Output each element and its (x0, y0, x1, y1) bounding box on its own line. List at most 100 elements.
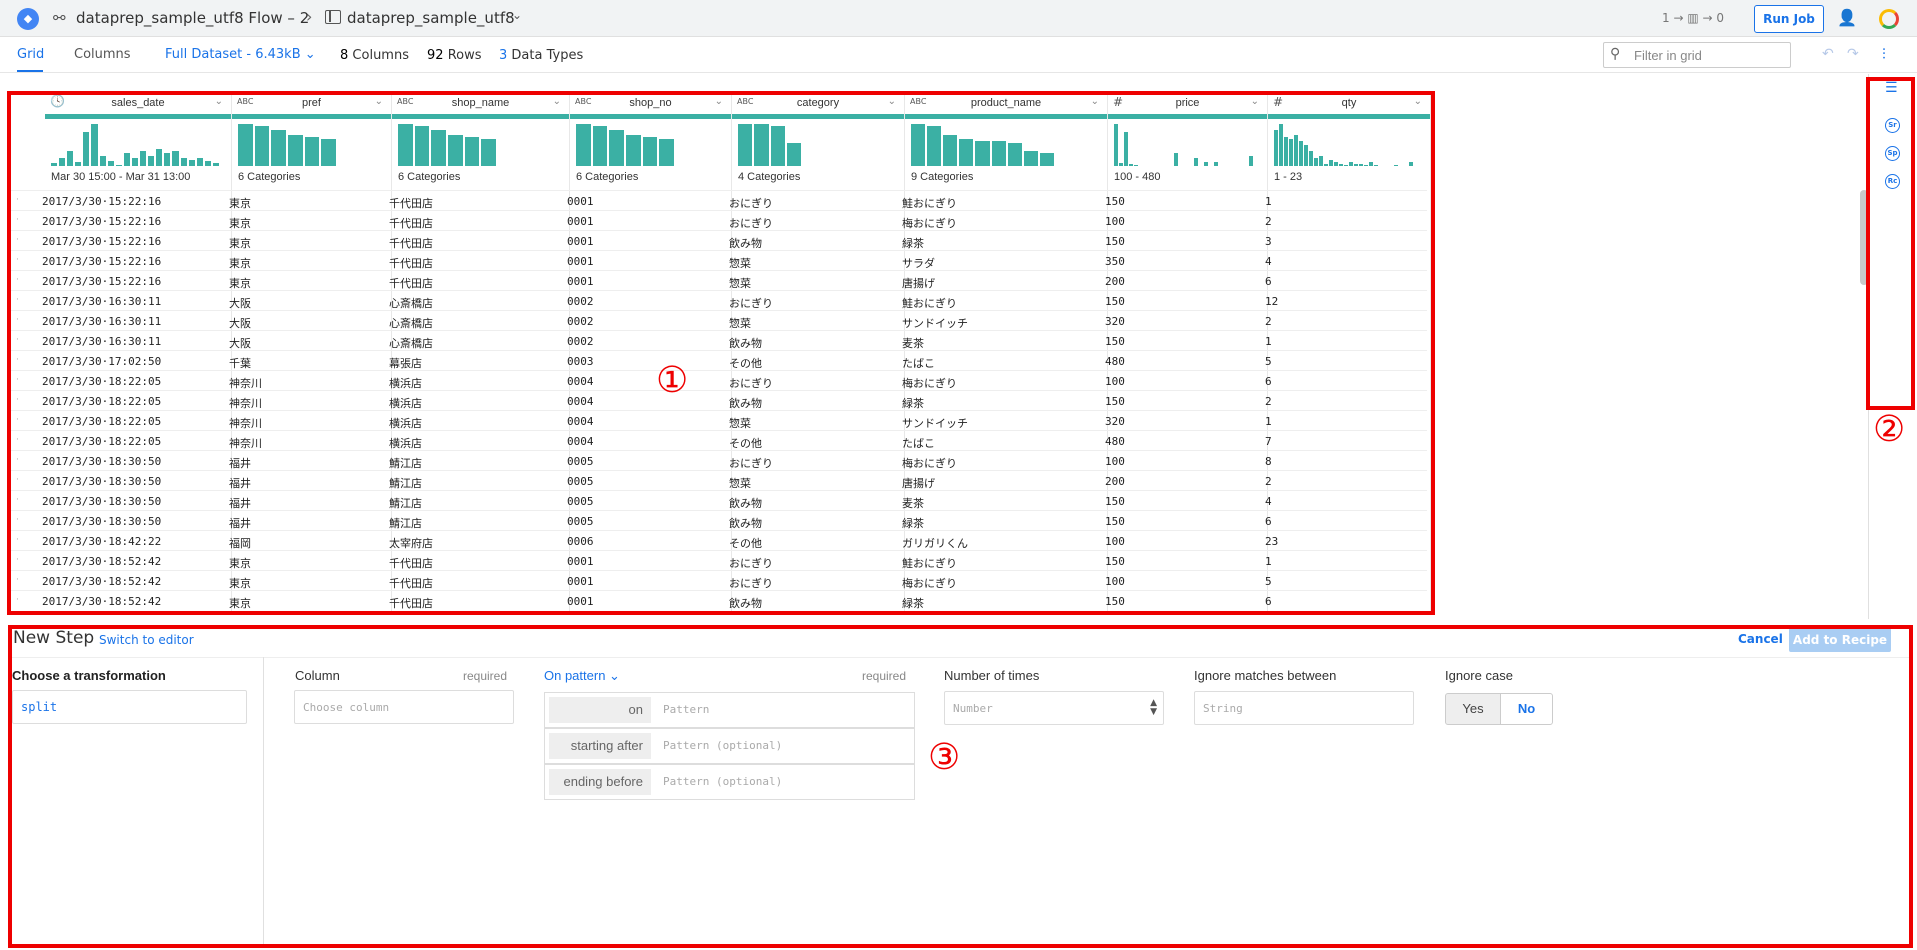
histogram-bar[interactable] (164, 153, 171, 166)
cell-qty[interactable]: 2 (1265, 215, 1415, 228)
cell-product_name[interactable]: 麦茶 (902, 335, 1097, 351)
dataset-name[interactable]: dataprep_sample_utf8 (347, 9, 515, 27)
cell-shop_no[interactable]: 0003 (567, 355, 722, 368)
cell-category[interactable]: その他 (729, 535, 894, 551)
histogram-bar[interactable] (1023, 151, 1038, 166)
cell-sales_date[interactable]: 2017/3/30·18:42:22 (42, 535, 222, 548)
cell-category[interactable]: 飲み物 (729, 495, 894, 511)
cell-sales_date[interactable]: 2017/3/30·16:30:11 (42, 295, 222, 308)
pattern-on-row[interactable]: on Pattern (544, 692, 915, 728)
table-row[interactable]: · 2017/3/30·18:22:05 神奈川 横浜店 0004 惣菜 サンドイッチ 320… (10, 410, 1427, 430)
cell-qty[interactable]: 2 (1265, 395, 1415, 408)
transformation-field[interactable]: split (12, 690, 247, 724)
histogram-bar[interactable] (1409, 161, 1413, 166)
switch-to-editor-link[interactable]: Switch to editor (99, 633, 194, 647)
cell-price[interactable]: 100 (1105, 215, 1255, 228)
cell-shop_no[interactable]: 0004 (567, 435, 722, 448)
column-histogram[interactable] (576, 124, 676, 166)
tab-columns[interactable]: Columns (74, 47, 131, 62)
cell-sales_date[interactable]: 2017/3/30·15:22:16 (42, 195, 222, 208)
on-pattern-dropdown[interactable]: On pattern ⌄ (544, 668, 620, 684)
cell-pref[interactable]: 東京 (229, 275, 379, 291)
histogram-bar[interactable] (786, 142, 801, 166)
cell-shop_name[interactable]: 横浜店 (389, 415, 559, 431)
cell-category[interactable]: おにぎり (729, 195, 894, 211)
column-menu-chevron-icon[interactable]: ⌄ (1251, 96, 1259, 107)
table-row[interactable]: · 2017/3/30·15:22:16 東京 千代田店 0001 惣菜 唐揚げ 200 6 (10, 270, 1427, 290)
table-row[interactable]: · 2017/3/30·15:22:16 東京 千代田店 0001 おにぎり 鮭おにぎり 15… (10, 190, 1427, 210)
column-header[interactable]: 🕓 sales_date ⌄ (45, 94, 231, 112)
cell-category[interactable]: おにぎり (729, 575, 894, 591)
histogram-bar[interactable] (304, 136, 320, 166)
cell-qty[interactable]: 8 (1265, 455, 1415, 468)
cell-pref[interactable]: 東京 (229, 595, 379, 611)
histogram-bar[interactable] (140, 151, 147, 166)
table-row[interactable]: · 2017/3/30·18:52:42 東京 千代田店 0001 おにぎり 梅おにぎり 10… (10, 570, 1427, 590)
cell-category[interactable]: おにぎり (729, 215, 894, 231)
times-field[interactable]: Number ▲ ▼ (944, 691, 1164, 725)
cell-product_name[interactable]: サンドイッチ (902, 415, 1097, 431)
table-row[interactable]: · 2017/3/30·15:22:16 東京 千代田店 0001 惣菜 サラダ 350 4 (10, 250, 1427, 270)
column-histogram[interactable] (398, 124, 498, 166)
cell-shop_name[interactable]: 鯖江店 (389, 455, 559, 471)
histogram-bar[interactable] (431, 130, 446, 166)
histogram-bar[interactable] (576, 124, 591, 166)
cell-price[interactable]: 100 (1105, 535, 1255, 548)
histogram-bar[interactable] (1204, 161, 1208, 166)
histogram-bar[interactable] (254, 126, 270, 166)
cell-shop_no[interactable]: 0006 (567, 535, 722, 548)
cell-product_name[interactable]: 鮭おにぎり (902, 555, 1097, 571)
histogram-bar[interactable] (180, 157, 187, 166)
histogram-bar[interactable] (148, 155, 155, 166)
cell-product_name[interactable]: 梅おにぎり (902, 455, 1097, 471)
cell-product_name[interactable]: たばこ (902, 435, 1097, 451)
cell-shop_no[interactable]: 0001 (567, 555, 722, 568)
histogram-bar[interactable] (464, 136, 480, 166)
column-histogram[interactable] (51, 124, 221, 166)
cell-qty[interactable]: 6 (1265, 275, 1415, 288)
cell-category[interactable]: おにぎり (729, 375, 894, 391)
column-field[interactable]: Choose column (294, 690, 514, 724)
cell-shop_name[interactable]: 千代田店 (389, 595, 559, 611)
flow-name-link[interactable]: dataprep_sample_utf8 Flow – 2 (76, 9, 309, 27)
cell-sales_date[interactable]: 2017/3/30·18:52:42 (42, 575, 222, 588)
cell-price[interactable]: 150 (1105, 515, 1255, 528)
cell-pref[interactable]: 東京 (229, 255, 379, 271)
cell-pref[interactable]: 東京 (229, 575, 379, 591)
cell-shop_no[interactable]: 0005 (567, 515, 722, 528)
cell-category[interactable]: 惣菜 (729, 415, 894, 431)
cell-shop_no[interactable]: 0004 (567, 395, 722, 408)
histogram-bar[interactable] (67, 151, 74, 166)
cell-sales_date[interactable]: 2017/3/30·16:30:11 (42, 335, 222, 348)
cell-price[interactable]: 200 (1105, 275, 1255, 288)
column-header[interactable]: ABC pref ⌄ (232, 94, 391, 112)
cell-sales_date[interactable]: 2017/3/30·15:22:16 (42, 255, 222, 268)
histogram-bar[interactable] (1314, 157, 1318, 166)
cell-shop_no[interactable]: 0004 (567, 375, 722, 388)
column-menu-chevron-icon[interactable]: ⌄ (715, 96, 723, 107)
column-histogram[interactable] (738, 124, 803, 166)
table-row[interactable]: · 2017/3/30·18:22:05 神奈川 横浜店 0004 その他 たばこ 480 7 (10, 430, 1427, 450)
cell-pref[interactable]: 大阪 (229, 335, 379, 351)
cell-sales_date[interactable]: 2017/3/30·18:22:05 (42, 415, 222, 428)
cell-sales_date[interactable]: 2017/3/30·15:22:16 (42, 275, 222, 288)
histogram-bar[interactable] (1349, 161, 1353, 166)
histogram-bar[interactable] (1134, 165, 1138, 166)
cell-product_name[interactable]: 緑茶 (902, 515, 1097, 531)
cell-pref[interactable]: 大阪 (229, 315, 379, 331)
cell-qty[interactable]: 5 (1265, 575, 1415, 588)
column-histogram[interactable] (1274, 124, 1414, 166)
histogram-bar[interactable] (156, 149, 163, 166)
histogram-bar[interactable] (975, 140, 990, 166)
histogram-bar[interactable] (188, 159, 195, 166)
cell-shop_name[interactable]: 横浜店 (389, 375, 559, 391)
column-histogram[interactable] (911, 124, 1056, 166)
cell-category[interactable]: 惣菜 (729, 475, 894, 491)
cell-pref[interactable]: 福井 (229, 515, 379, 531)
histogram-bar[interactable] (99, 155, 106, 166)
cell-qty[interactable]: 1 (1265, 335, 1415, 348)
settings-sliders-icon[interactable]: ⫶ (1882, 45, 1886, 63)
column-menu-chevron-icon[interactable]: ⌄ (1091, 96, 1099, 107)
histogram-bar[interactable] (609, 130, 624, 166)
cell-shop_name[interactable]: 横浜店 (389, 395, 559, 411)
